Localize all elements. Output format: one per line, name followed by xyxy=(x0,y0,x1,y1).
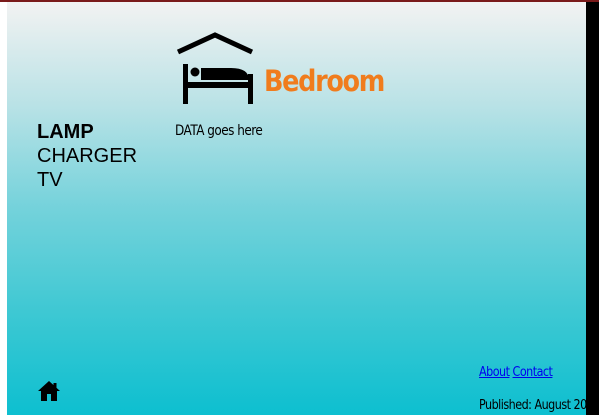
footer-links: About Contact xyxy=(479,365,553,380)
published-date: Published: August 2014 xyxy=(479,398,599,413)
contact-link[interactable]: Contact xyxy=(513,365,553,380)
device-item-charger[interactable]: CHARGER xyxy=(37,144,137,168)
data-placeholder: DATA goes here xyxy=(175,123,263,139)
device-item-tv[interactable]: TV xyxy=(37,168,137,192)
page-title: Bedroom xyxy=(264,64,385,98)
window-right-border xyxy=(586,2,599,415)
bed-icon xyxy=(176,32,254,104)
device-item-lamp[interactable]: LAMP xyxy=(37,120,137,144)
home-icon[interactable] xyxy=(37,379,61,403)
about-link[interactable]: About xyxy=(479,365,510,380)
device-list: LAMP CHARGER TV xyxy=(37,120,137,192)
page-background: Bedroom LAMP CHARGER TV DATA goes here A… xyxy=(7,2,599,415)
